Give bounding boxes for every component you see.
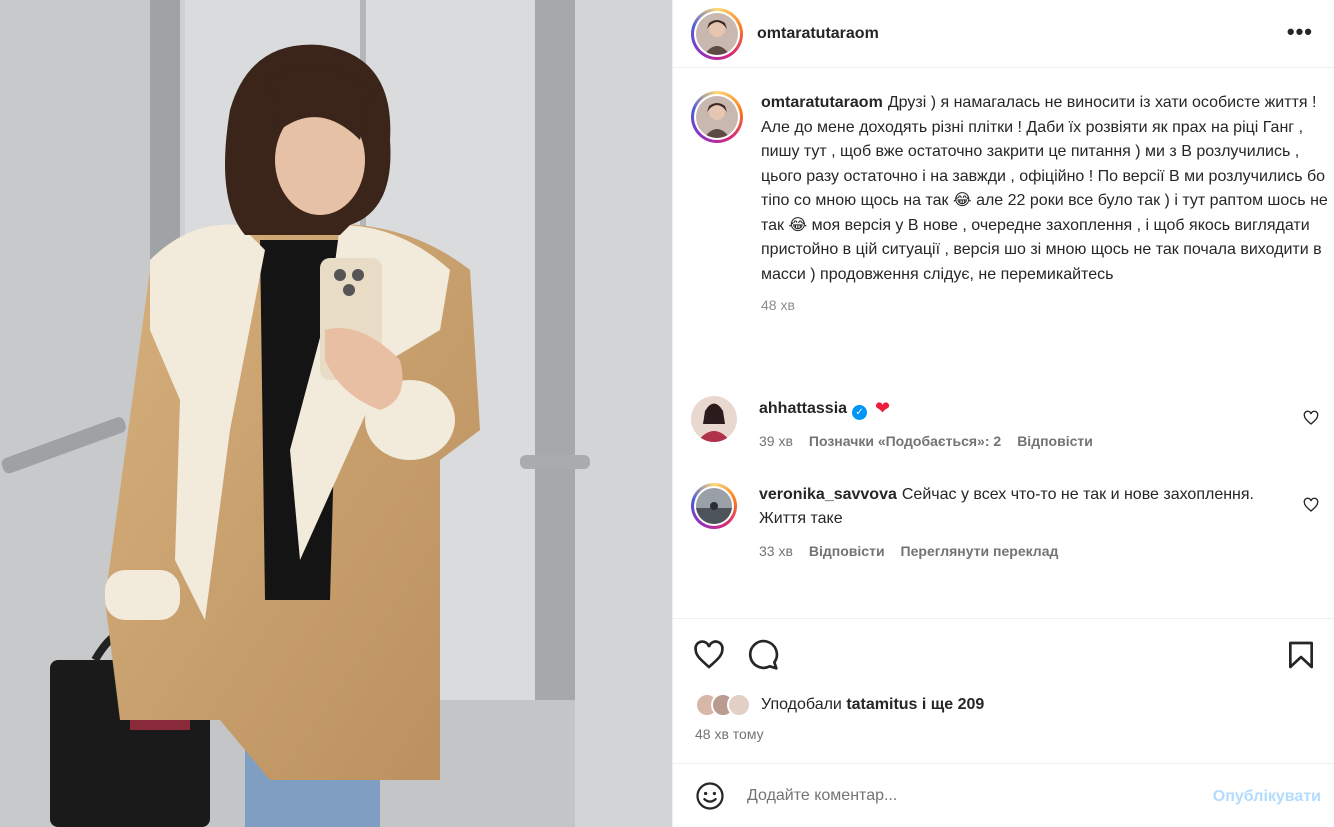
caption-username[interactable]: omtaratutaraom — [761, 94, 883, 111]
emoji-icon[interactable] — [695, 781, 725, 811]
publish-button[interactable]: Опублікувати — [1213, 788, 1321, 806]
author-avatar-image — [696, 12, 738, 55]
post-timestamp[interactable]: 48 хв тому — [695, 726, 764, 742]
liked-by-count[interactable]: і ще 209 — [922, 696, 984, 714]
like-heart-icon[interactable] — [693, 639, 725, 671]
comment-item: veronika_savvova Сейчас у всех что-то не … — [691, 483, 1331, 563]
comment-username[interactable]: ahhattassia — [759, 400, 847, 417]
commenter-avatar-image — [696, 488, 732, 524]
liked-by[interactable]: Уподобали tatamitus і ще 209 — [695, 693, 984, 717]
post-dialog: omtaratutaraom ••• omtaratutaraom Друзі … — [0, 0, 1334, 827]
commenter-avatar[interactable] — [691, 396, 737, 442]
author-avatar[interactable] — [691, 7, 743, 60]
post-photo[interactable] — [0, 0, 672, 827]
comment-text: ❤ — [875, 398, 891, 418]
add-comment-bar: Опублікувати — [673, 763, 1334, 827]
comment-item: ahhattassia ✓ ❤ 39 хв Позначки «Подобаєтьс… — [691, 396, 1331, 453]
mirror-selfie-image — [0, 0, 672, 827]
comment-likes-count[interactable]: Позначки «Подобається»: 2 — [809, 429, 1001, 453]
post-caption: omtaratutaraom Друзі ) я намагалась не ви… — [691, 91, 1331, 318]
commenter-avatar[interactable] — [691, 483, 737, 529]
caption-author-avatar[interactable] — [691, 91, 743, 143]
comment-like-heart-icon[interactable] — [1303, 497, 1319, 513]
translate-button[interactable]: Переглянути переклад — [901, 539, 1059, 563]
liked-by-user[interactable]: tatamitus — [846, 696, 917, 714]
comment-time[interactable]: 39 хв — [759, 429, 793, 453]
comments-scroll-area[interactable]: omtaratutaraom Друзі ) я намагалась не ви… — [673, 69, 1334, 617]
comment-time[interactable]: 33 хв — [759, 539, 793, 563]
reply-button[interactable]: Відповісти — [809, 539, 885, 563]
verified-badge-icon: ✓ — [852, 405, 868, 420]
liked-by-avatars — [695, 693, 751, 717]
more-options-icon[interactable]: ••• — [1287, 21, 1313, 43]
liker-avatar — [727, 693, 751, 717]
reply-button[interactable]: Відповісти — [1017, 429, 1093, 453]
author-username[interactable]: omtaratutaraom — [757, 25, 879, 43]
comment-bubble-icon[interactable] — [747, 639, 779, 671]
commenter-avatar-image — [691, 396, 737, 442]
post-actions: Уподобали tatamitus і ще 209 48 хв тому — [673, 618, 1334, 763]
post-header: omtaratutaraom ••• — [673, 0, 1334, 68]
comment-username[interactable]: veronika_savvova — [759, 486, 897, 503]
bookmark-icon[interactable] — [1285, 639, 1317, 671]
post-side-panel: omtaratutaraom ••• omtaratutaraom Друзі … — [672, 0, 1334, 827]
caption-time[interactable]: 48 хв — [761, 293, 1329, 318]
comment-like-heart-icon[interactable] — [1303, 410, 1319, 426]
caption-text: Друзі ) я намагалась не виносити із хати… — [761, 94, 1328, 283]
caption-avatar-image — [696, 96, 738, 138]
liked-by-prefix: Уподобали — [761, 696, 842, 713]
comment-input[interactable] — [747, 786, 1177, 805]
